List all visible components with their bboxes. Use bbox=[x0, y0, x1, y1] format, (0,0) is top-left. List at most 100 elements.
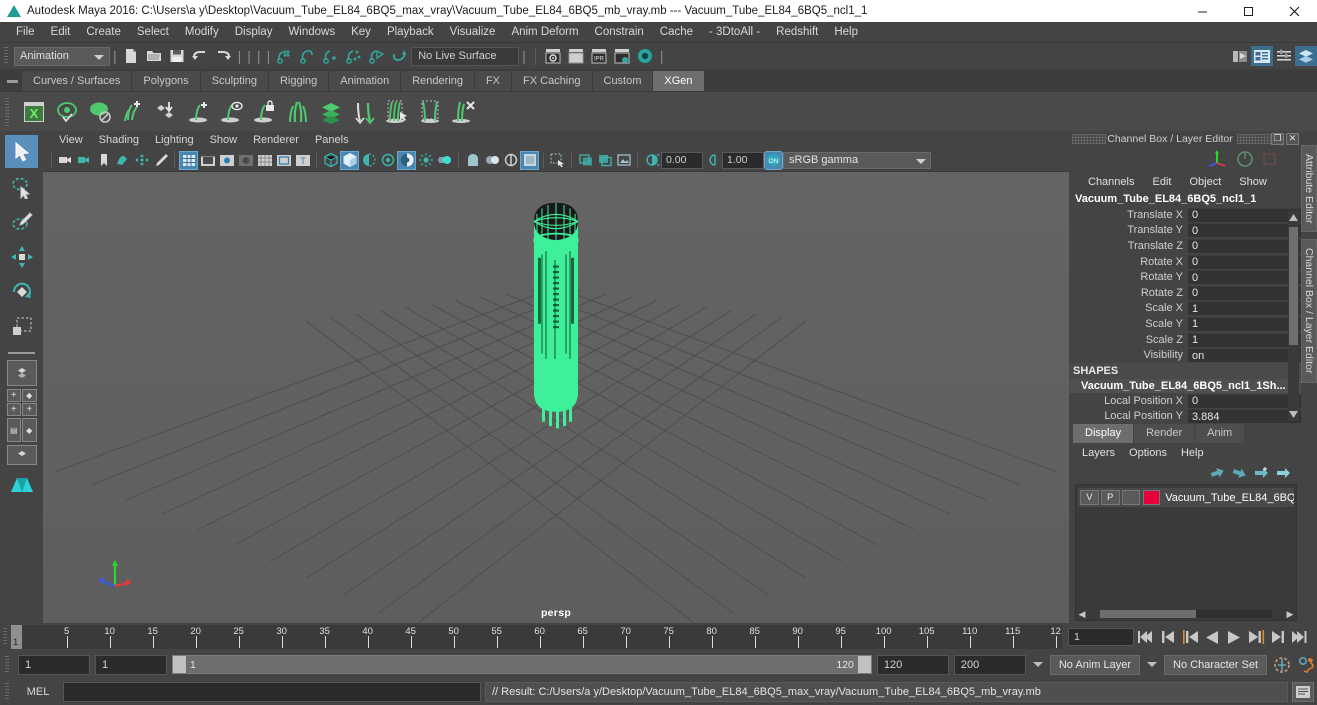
channel-row-local-position-y[interactable]: Local Position Y 3.884 bbox=[1069, 409, 1301, 423]
help-menu[interactable]: Help bbox=[1174, 447, 1211, 459]
channel-row-rotate-z[interactable]: Rotate Z 0 bbox=[1069, 285, 1301, 301]
menu-windows[interactable]: Windows bbox=[280, 22, 343, 43]
layer-playback-toggle[interactable]: P bbox=[1100, 490, 1120, 505]
scrollbar-track[interactable] bbox=[1100, 610, 1272, 618]
save-scene-icon[interactable] bbox=[166, 45, 189, 67]
xgen-add-guide-icon[interactable] bbox=[182, 95, 215, 129]
channel-row-rotate-y[interactable]: Rotate Y 0 bbox=[1069, 269, 1301, 285]
grease-pencil-icon[interactable] bbox=[151, 151, 170, 170]
channel-value[interactable]: on bbox=[1188, 348, 1301, 363]
grid-toggle-icon[interactable] bbox=[179, 150, 198, 170]
shelf-tab-xgen[interactable]: XGen bbox=[653, 71, 704, 91]
motion-blur-icon[interactable] bbox=[435, 151, 454, 170]
color-management-selector[interactable]: sRGB gamma bbox=[783, 151, 931, 169]
channel-row-scale-x[interactable]: Scale X 1 bbox=[1069, 301, 1301, 317]
screen-space-ao-icon[interactable] bbox=[416, 151, 435, 170]
shelf-tab-custom[interactable]: Custom bbox=[592, 71, 653, 91]
time-slider-track[interactable]: 1 5 10 15 20 25 30 35 40 45 50 55 60 65 70 75 80 85 90 95 1… bbox=[11, 625, 1062, 649]
xgen-lock-guide-icon[interactable] bbox=[248, 95, 281, 129]
redo-icon[interactable] bbox=[212, 45, 235, 67]
channel-value[interactable]: 1 bbox=[1188, 316, 1301, 331]
xray-joints-icon[interactable] bbox=[482, 151, 501, 170]
go-to-end-icon[interactable] bbox=[1290, 627, 1310, 647]
menu-playback[interactable]: Playback bbox=[379, 22, 442, 43]
layer-list-horizontal-scrollbar[interactable]: ◀ ▶ bbox=[1076, 608, 1296, 620]
step-forward-frame-icon[interactable] bbox=[1246, 627, 1266, 647]
animation-preferences-icon[interactable] bbox=[1297, 655, 1317, 675]
manipulator-axes-icon[interactable] bbox=[1207, 149, 1229, 169]
panel-menu-lighting[interactable]: Lighting bbox=[147, 134, 202, 146]
channel-value[interactable]: 1 bbox=[1188, 332, 1301, 347]
channel-value[interactable]: 0 bbox=[1188, 254, 1301, 269]
xgen-delete-guide-icon[interactable] bbox=[446, 95, 479, 129]
layer-new-icon[interactable] bbox=[1276, 466, 1291, 480]
gamma-icon[interactable] bbox=[703, 151, 722, 170]
range-end-field[interactable]: 120 bbox=[876, 654, 949, 675]
step-forward-keyframe-icon[interactable] bbox=[1268, 627, 1288, 647]
anim-layer-selector[interactable]: No Anim Layer bbox=[1049, 654, 1141, 675]
menu-3dtoall[interactable]: - 3DtoAll - bbox=[701, 22, 768, 43]
vacuum-tube-model[interactable] bbox=[43, 172, 1069, 623]
render-region-icon[interactable] bbox=[565, 45, 588, 67]
panel-drag-handle-right[interactable] bbox=[1237, 133, 1271, 144]
channel-value[interactable]: 3.884 bbox=[1188, 409, 1301, 423]
shelf-tab-rigging[interactable]: Rigging bbox=[268, 71, 329, 91]
field-chart-icon[interactable] bbox=[255, 151, 274, 170]
camera-attributes-icon[interactable] bbox=[75, 151, 94, 170]
shelf-tab-polygons[interactable]: Polygons bbox=[132, 71, 200, 91]
select-tool-icon[interactable] bbox=[5, 135, 38, 168]
vertical-tab-attribute-editor[interactable]: Attribute Editor bbox=[1301, 145, 1317, 233]
menu-key[interactable]: Key bbox=[343, 22, 379, 43]
grab-viewport-icon[interactable] bbox=[595, 151, 614, 170]
channel-box-toggle-icon[interactable] bbox=[1295, 46, 1317, 66]
xgen-layers-icon[interactable] bbox=[314, 95, 347, 129]
live-surface-field[interactable]: No Live Surface bbox=[411, 46, 520, 66]
perspective-viewport[interactable]: persp bbox=[43, 171, 1069, 623]
bookmark-icon[interactable] bbox=[94, 151, 113, 170]
shelf-menu-handle[interactable] bbox=[2, 71, 22, 91]
channel-row-scale-z[interactable]: Scale Z 1 bbox=[1069, 332, 1301, 348]
open-scene-icon[interactable] bbox=[143, 45, 166, 67]
menu-select[interactable]: Select bbox=[129, 22, 177, 43]
xgen-guide-visibility-icon[interactable] bbox=[215, 95, 248, 129]
gamma-field[interactable]: 1.00 bbox=[722, 151, 764, 169]
tool-settings-toggle-icon[interactable] bbox=[1273, 46, 1295, 66]
make-live-icon[interactable] bbox=[388, 45, 411, 67]
go-to-start-icon[interactable] bbox=[1136, 627, 1156, 647]
panel-menu-shading[interactable]: Shading bbox=[91, 134, 147, 146]
range-slider-grip[interactable] bbox=[2, 654, 13, 676]
image-based-lighting-icon[interactable] bbox=[614, 151, 633, 170]
animation-start-field[interactable]: 1 bbox=[18, 654, 90, 675]
channel-row-visibility[interactable]: Visibility on bbox=[1069, 347, 1301, 363]
attribute-editor-toggle-icon[interactable] bbox=[1251, 46, 1273, 66]
hypershade-persp-layout-icon[interactable] bbox=[5, 468, 38, 498]
panel-menu-show[interactable]: Show bbox=[202, 134, 246, 146]
lasso-select-tool-icon[interactable] bbox=[5, 170, 38, 203]
channel-row-translate-z[interactable]: Translate Z 0 bbox=[1069, 238, 1301, 254]
xgen-preview-icon[interactable] bbox=[50, 95, 83, 129]
isolate-select-icon[interactable] bbox=[548, 151, 567, 170]
menu-help[interactable]: Help bbox=[826, 22, 866, 43]
range-left-handle[interactable] bbox=[173, 656, 186, 673]
menu-edit[interactable]: Edit bbox=[43, 22, 79, 43]
anim-layer-dropdown-arrow[interactable] bbox=[1031, 655, 1045, 675]
undo-icon[interactable] bbox=[189, 45, 212, 67]
step-back-keyframe-icon[interactable] bbox=[1158, 627, 1178, 647]
shelf-tab-fx-caching[interactable]: FX Caching bbox=[512, 71, 592, 91]
new-scene-icon[interactable] bbox=[120, 45, 143, 67]
range-right-handle[interactable] bbox=[857, 656, 871, 673]
play-backwards-icon[interactable] bbox=[1202, 627, 1222, 647]
channel-row-rotate-x[interactable]: Rotate X 0 bbox=[1069, 254, 1301, 270]
time-slider-grip[interactable] bbox=[0, 623, 11, 651]
ipr-render-icon[interactable]: IPR bbox=[588, 45, 611, 67]
channels-menu[interactable]: Channels bbox=[1079, 176, 1143, 188]
shadows-icon[interactable] bbox=[397, 150, 416, 170]
scale-tool-icon[interactable] bbox=[5, 310, 38, 343]
xray-active-components-icon[interactable] bbox=[501, 151, 520, 170]
channel-row-local-position-x[interactable]: Local Position X 0 bbox=[1069, 393, 1301, 409]
rotate-tool-icon[interactable] bbox=[5, 275, 38, 308]
scrollbar-thum[interactable] bbox=[1100, 610, 1197, 618]
select-camera-icon[interactable] bbox=[56, 151, 75, 170]
channel-value[interactable]: 0 bbox=[1188, 285, 1301, 300]
scroll-left-icon[interactable]: ◀ bbox=[1076, 609, 1088, 620]
